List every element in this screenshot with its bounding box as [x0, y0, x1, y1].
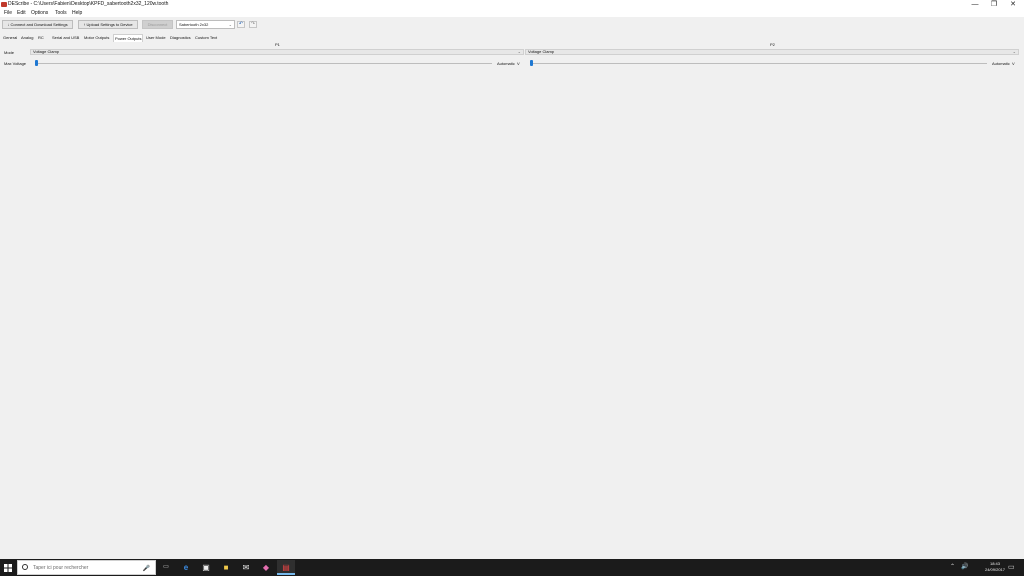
restore-button[interactable]: ❐ — [985, 0, 1003, 9]
chevron-down-icon: ⌄ — [228, 22, 232, 27]
p1-max-voltage-slider[interactable] — [36, 63, 492, 64]
tab-bar: General Analog RC Serial and USB Motor O… — [0, 34, 1024, 42]
menu-tools[interactable]: Tools — [55, 9, 67, 17]
taskbar: Taper ici pour rechercher 🎤 ▭ e ▣ ■ ✉ ◆ … — [0, 559, 1024, 576]
connect-download-label: Connect and Download Settings — [10, 22, 68, 27]
edge-browser-icon[interactable]: e — [177, 560, 195, 575]
p2-mode-value: Voltage Clamp — [528, 49, 555, 54]
device-select[interactable]: Sabertooth 2x32 ⌄ — [176, 20, 235, 29]
tab-user-mode[interactable]: User Mode — [145, 34, 167, 42]
p2-mode-select[interactable]: Voltage Clamp ⌄ — [525, 49, 1019, 55]
cortana-search-icon — [22, 564, 28, 570]
p1-unit-label: V — [517, 61, 520, 66]
describe-app-icon[interactable]: ▤ — [277, 560, 295, 575]
title-bar: DEScribe - C:\Users\Fabien\Desktop\KPFD_… — [0, 0, 1024, 9]
store-icon[interactable]: ▣ — [197, 560, 215, 575]
windows-start-icon[interactable] — [4, 564, 12, 572]
column-header-p1: P1 — [275, 42, 280, 47]
tab-serial-usb[interactable]: Serial and USB — [51, 34, 80, 42]
toolbar: ↓ Connect and Download Settings ↑ Upload… — [0, 17, 1024, 33]
p2-unit-label: V — [1012, 61, 1015, 66]
mail-icon[interactable]: ✉ — [237, 560, 255, 575]
mode-label: Mode — [4, 50, 15, 55]
tab-analog[interactable]: Analog — [20, 34, 34, 42]
p1-slider-thumb[interactable] — [35, 60, 38, 66]
clock[interactable]: 18:43 24/09/2017 — [980, 561, 1010, 573]
disconnect-button[interactable]: Disconnect — [142, 20, 173, 29]
redo-button[interactable]: ↷ — [249, 21, 257, 28]
clock-date: 24/09/2017 — [984, 567, 1006, 572]
p1-automatic-text: Automatic V — [497, 61, 520, 66]
chevron-down-icon: ⌄ — [517, 49, 521, 54]
p2-slider-thumb[interactable] — [530, 60, 533, 66]
p2-automatic-text: Automatic V — [992, 61, 1015, 66]
window-title: DEScribe - C:\Users\Fabien\Desktop\KPFD_… — [8, 1, 169, 7]
tab-motor-outputs[interactable]: Motor Outputs — [83, 34, 110, 42]
undo-button[interactable]: ↶ — [237, 21, 245, 28]
column-header-p2: P2 — [770, 42, 775, 47]
p2-max-voltage-slider[interactable] — [532, 63, 987, 64]
volume-icon[interactable]: 🔊 — [961, 563, 968, 570]
p1-mode-value: Voltage Clamp — [33, 49, 60, 54]
tab-custom-text[interactable]: Custom Text — [194, 34, 218, 42]
p2-auto-label: Automatic — [992, 61, 1010, 66]
menu-options[interactable]: Options — [31, 9, 48, 17]
p1-mode-select[interactable]: Voltage Clamp ⌄ — [30, 49, 524, 55]
menu-file[interactable]: File — [4, 9, 12, 17]
p1-auto-label: Automatic — [497, 61, 515, 66]
microphone-icon[interactable]: 🎤 — [143, 565, 150, 572]
upload-settings-button[interactable]: ↑ Upload Settings to Device — [78, 20, 138, 29]
device-select-value: Sabertooth 2x32 — [179, 22, 209, 27]
connect-download-button[interactable]: ↓ Connect and Download Settings — [2, 20, 73, 29]
upload-settings-label: Upload Settings to Device — [86, 22, 133, 27]
chevron-down-icon: ⌄ — [1012, 49, 1016, 54]
close-button[interactable]: ✕ — [1004, 0, 1022, 9]
menu-help[interactable]: Help — [72, 9, 82, 17]
menu-bar: File Edit Options Tools Help — [0, 9, 1024, 17]
notification-icon[interactable]: ▭ — [1008, 563, 1015, 571]
minimize-button[interactable]: — — [966, 0, 984, 9]
chevron-up-icon[interactable]: ⌃ — [950, 563, 955, 570]
tab-diagnostics[interactable]: Diagnostics — [169, 34, 192, 42]
search-placeholder: Taper ici pour rechercher — [33, 565, 89, 571]
tab-rc[interactable]: RC — [37, 34, 45, 42]
tab-power-outputs[interactable]: Power Outputs — [113, 34, 144, 42]
app-icon — [1, 2, 7, 7]
max-voltage-label: Max Voltage — [4, 61, 27, 66]
tab-general[interactable]: General — [2, 34, 18, 42]
taskbar-search-box[interactable]: Taper ici pour rechercher 🎤 — [17, 560, 156, 575]
file-explorer-icon[interactable]: ■ — [217, 560, 235, 575]
menu-edit[interactable]: Edit — [17, 9, 26, 17]
task-view-icon[interactable]: ▭ — [157, 560, 175, 575]
maps-icon[interactable]: ◆ — [257, 560, 275, 575]
